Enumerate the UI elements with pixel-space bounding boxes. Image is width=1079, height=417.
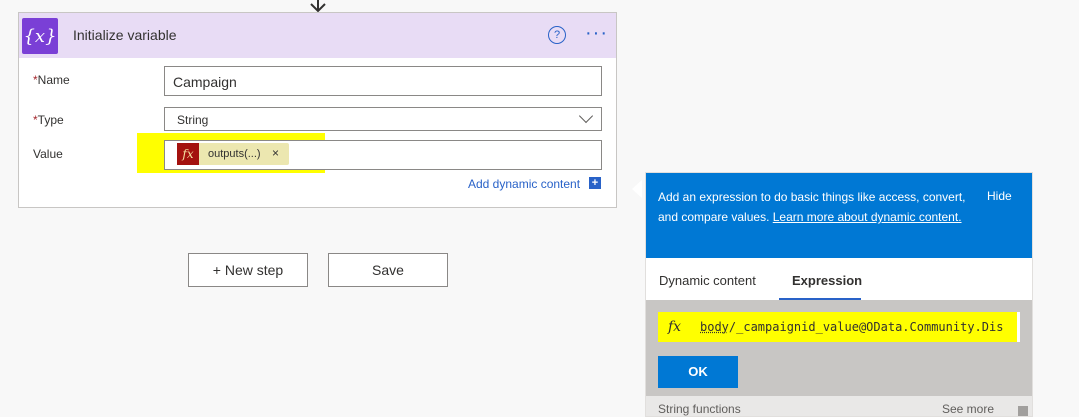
learn-more-link[interactable]: Learn more about dynamic content.	[773, 210, 962, 224]
panel-info-banner: Add an expression to do basic things lik…	[646, 173, 1032, 258]
token-label: outputs(...)	[208, 148, 261, 160]
card-header[interactable]: {x} Initialize variable ? ···	[19, 13, 616, 58]
dynamic-content-panel: Add an expression to do basic things lik…	[645, 172, 1033, 417]
tab-expression[interactable]: Expression	[792, 273, 862, 288]
scrollbar[interactable]	[1018, 406, 1028, 416]
chevron-down-icon	[578, 108, 594, 124]
hide-button[interactable]: Hide	[987, 189, 1012, 203]
initialize-variable-card: {x} Initialize variable ? ··· *Name Camp…	[18, 12, 617, 208]
card-title: Initialize variable	[73, 27, 177, 43]
help-icon[interactable]: ?	[548, 26, 566, 44]
panel-pointer	[632, 180, 642, 198]
string-functions-header: String functions See more	[646, 396, 1032, 416]
type-dropdown[interactable]: String	[164, 107, 602, 131]
expression-text: body/_campaignid_value@OData.Community.D…	[700, 320, 1004, 334]
remove-token-icon[interactable]: ×	[272, 146, 279, 160]
save-button[interactable]: Save	[328, 253, 448, 287]
fx-icon: fx	[668, 319, 682, 335]
value-label: Value	[33, 147, 63, 161]
new-step-button[interactable]: + New step	[188, 253, 308, 287]
add-dynamic-content-link[interactable]: Add dynamic content	[468, 177, 580, 191]
name-field[interactable]: Campaign	[164, 66, 602, 96]
name-label: *Name	[33, 73, 70, 87]
ok-button[interactable]: OK	[658, 356, 738, 388]
variable-braces-icon: {x}	[22, 18, 58, 54]
string-functions-label: String functions	[658, 402, 741, 416]
info-text: Add an expression to do basic things lik…	[658, 190, 966, 224]
type-label: *Type	[33, 113, 64, 127]
see-more-link[interactable]: See more	[942, 402, 994, 416]
expression-area: fx body/_campaignid_value@OData.Communit…	[646, 300, 1032, 416]
expression-token[interactable]: fx outputs(...) ×	[177, 143, 289, 165]
fx-icon: fx	[177, 143, 199, 165]
tab-dynamic-content[interactable]: Dynamic content	[659, 273, 756, 288]
name-value: Campaign	[173, 74, 237, 90]
more-options-icon[interactable]: ···	[585, 23, 608, 43]
expression-input[interactable]: fx body/_campaignid_value@OData.Communit…	[658, 312, 1020, 342]
type-value: String	[177, 113, 209, 127]
add-dynamic-content-icon[interactable]: +	[589, 177, 601, 189]
